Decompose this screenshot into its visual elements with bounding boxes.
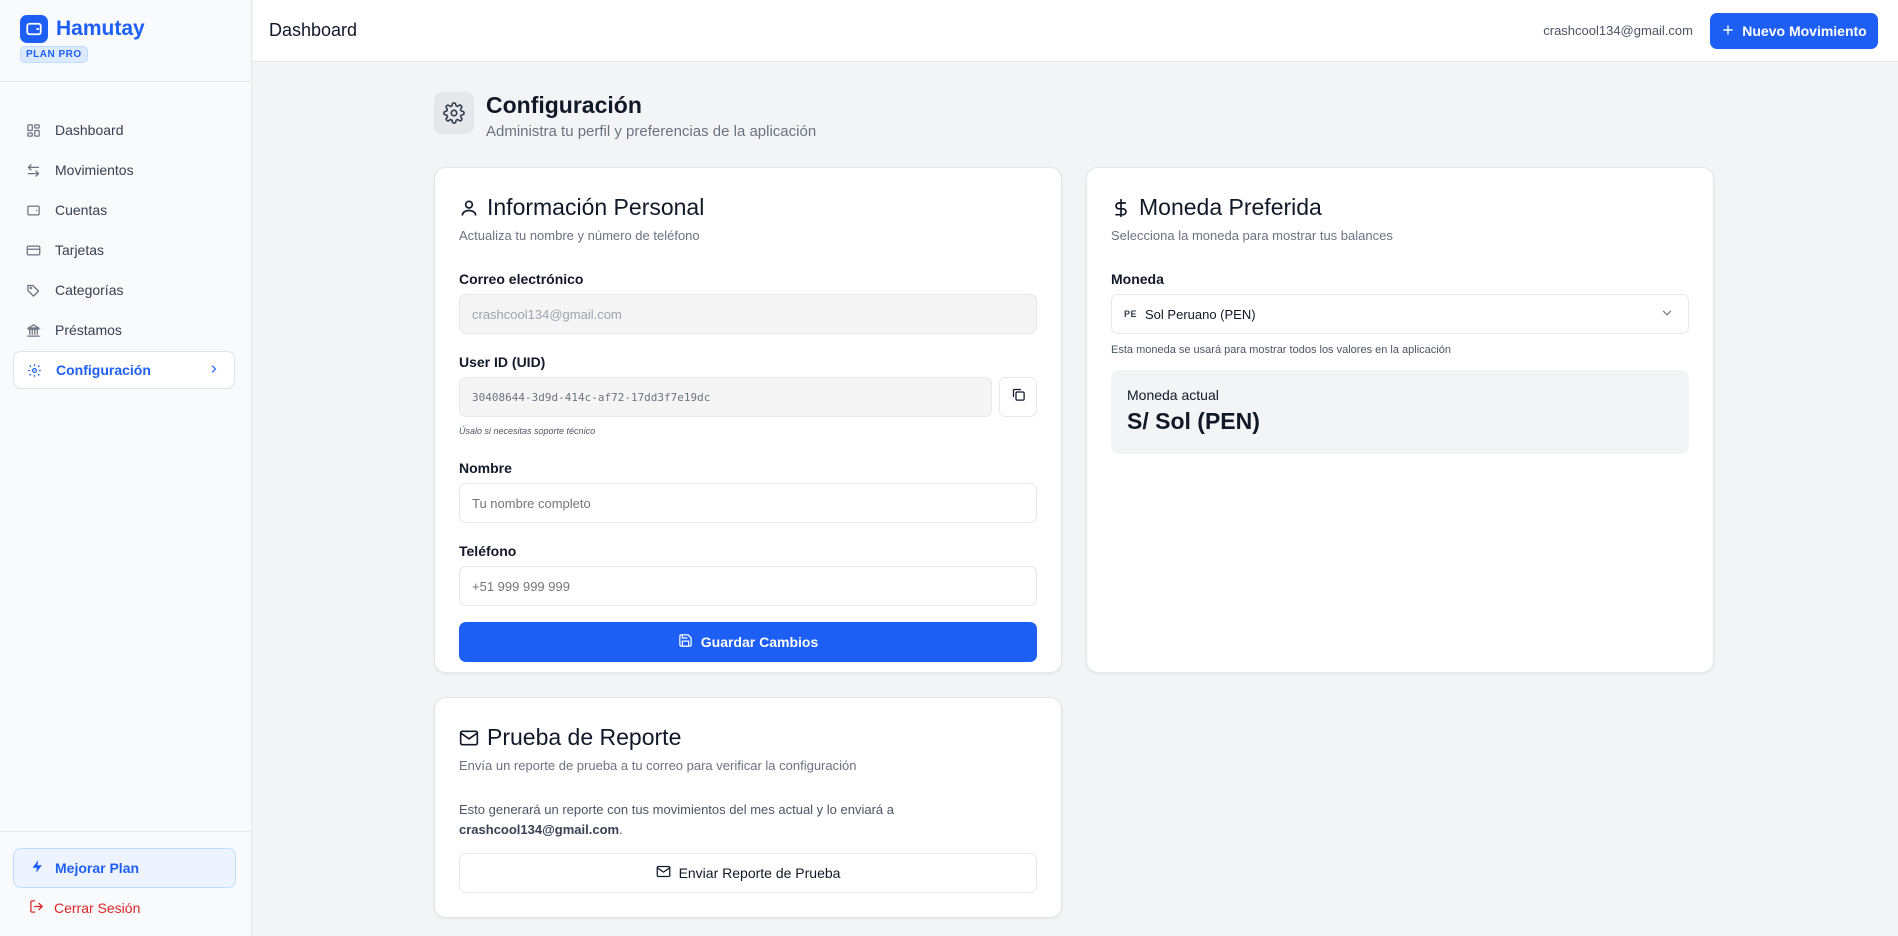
currency-label: Moneda	[1111, 271, 1164, 287]
card-title: Moneda Preferida	[1111, 194, 1689, 221]
arrows-left-right-icon	[25, 162, 41, 178]
save-icon	[678, 633, 693, 651]
currency-hint: Esta moneda se usará para mostrar todos …	[1111, 344, 1451, 356]
save-changes-label: Guardar Cambios	[700, 634, 819, 650]
layout-grid-icon	[25, 122, 41, 138]
sidebar-item-label: Préstamos	[55, 322, 122, 338]
send-test-report-button[interactable]: Enviar Reporte de Prueba	[459, 853, 1037, 893]
currency-description: Selecciona la moneda para mostrar tus ba…	[1111, 228, 1393, 243]
logout-label: Cerrar Sesión	[54, 900, 141, 916]
uid-label: User ID (UID)	[459, 354, 546, 370]
credit-card-icon	[25, 242, 41, 258]
name-label: Nombre	[459, 460, 512, 476]
sidebar-item-cuentas[interactable]: Cuentas	[13, 191, 235, 229]
currency-select[interactable]: PE Sol Peruano (PEN)	[1111, 294, 1689, 334]
dollar-icon	[1111, 198, 1131, 218]
save-changes-button[interactable]: Guardar Cambios	[459, 622, 1037, 662]
sidebar-item-tarjetas[interactable]: Tarjetas	[13, 231, 235, 269]
sidebar-footer: Mejorar Plan Cerrar Sesión	[0, 831, 252, 936]
report-email: crashcool134@gmail.com	[459, 822, 620, 837]
card-title: Información Personal	[459, 194, 1037, 221]
sidebar: Hamutay PLAN PRO Dashboard Movimientos C…	[0, 0, 252, 936]
personal-info-title: Información Personal	[487, 194, 705, 220]
header-title: Dashboard	[269, 20, 358, 40]
mail-icon	[656, 864, 671, 882]
brand: Hamutay PLAN PRO	[0, 0, 251, 82]
email-field[interactable]: crashcool134@gmail.com	[459, 294, 1037, 334]
sidebar-item-dashboard[interactable]: Dashboard	[13, 111, 235, 149]
current-currency-value: S/ Sol (PEN)	[1127, 408, 1260, 434]
currency-title: Moneda Preferida	[1139, 194, 1322, 220]
sidebar-item-label: Movimientos	[55, 162, 134, 178]
sidebar-item-configuracion[interactable]: Configuración	[13, 351, 235, 389]
report-body-text: Esto generará un reporte con tus movimie…	[459, 802, 895, 817]
send-test-report-label: Enviar Reporte de Prueba	[678, 865, 841, 881]
logout-button[interactable]: Cerrar Sesión	[13, 888, 236, 928]
sidebar-item-label: Configuración	[56, 362, 151, 378]
currency-selected-value: Sol Peruano (PEN)	[1145, 306, 1256, 322]
flag-pe-icon: PE	[1124, 309, 1138, 319]
copy-icon	[1011, 387, 1026, 407]
sidebar-item-movimientos[interactable]: Movimientos	[13, 151, 235, 189]
report-description: Envía un reporte de prueba a tu correo p…	[459, 758, 857, 773]
tag-icon	[25, 282, 41, 298]
email-label: Correo electrónico	[459, 271, 584, 287]
uid-field[interactable]: 30408644-3d9d-414c-af72-17dd3f7e19dc	[459, 377, 992, 417]
sidebar-item-label: Tarjetas	[55, 242, 105, 258]
report-body: Esto generará un reporte con tus movimie…	[459, 800, 1037, 840]
sidebar-item-prestamos[interactable]: Préstamos	[13, 311, 235, 349]
wallet-icon	[25, 202, 41, 218]
user-email: crashcool134@gmail.com	[1543, 23, 1693, 38]
sidebar-item-categorias[interactable]: Categorías	[13, 271, 235, 309]
phone-label: Teléfono	[459, 543, 517, 559]
plus-icon	[1721, 23, 1735, 40]
sidebar-item-label: Dashboard	[55, 122, 124, 138]
settings-gear-icon	[434, 92, 474, 134]
page-heading: Configuración Administra tu perfil y pre…	[434, 92, 816, 140]
sidebar-nav: Dashboard Movimientos Cuentas Tarjetas C…	[0, 82, 251, 389]
page-subtitle: Administra tu perfil y preferencias de l…	[486, 123, 817, 140]
new-movement-label: Nuevo Movimiento	[1742, 23, 1867, 39]
plan-badge: PLAN PRO	[20, 46, 88, 63]
logout-icon	[29, 899, 44, 917]
card-title: Prueba de Reporte	[459, 724, 1037, 751]
mail-icon	[459, 728, 479, 748]
new-movement-button[interactable]: Nuevo Movimiento	[1710, 13, 1878, 49]
uid-hint: Úsalo si necesitas soporte técnico	[459, 426, 596, 436]
name-input[interactable]	[459, 483, 1037, 523]
chevron-right-icon	[208, 362, 220, 378]
sidebar-item-label: Cuentas	[55, 202, 108, 218]
sidebar-item-label: Categorías	[55, 282, 124, 298]
currency-card: Moneda Preferida Selecciona la moneda pa…	[1086, 167, 1714, 673]
app-name[interactable]: Hamutay	[56, 17, 145, 41]
report-title: Prueba de Reporte	[487, 724, 682, 750]
upgrade-plan-label: Mejorar Plan	[55, 860, 140, 876]
wallet-logo-icon	[20, 15, 48, 43]
report-period: .	[619, 822, 623, 837]
gear-icon	[26, 362, 42, 378]
current-currency-label: Moneda actual	[1127, 387, 1219, 403]
top-header: Dashboard crashcool134@gmail.com Nuevo M…	[253, 0, 1898, 62]
current-currency-box: Moneda actual S/ Sol (PEN)	[1111, 370, 1689, 454]
personal-info-description: Actualiza tu nombre y número de teléfono	[459, 228, 700, 243]
phone-input[interactable]	[459, 566, 1037, 606]
page-title: Configuración	[486, 92, 642, 118]
personal-info-card: Información Personal Actualiza tu nombre…	[434, 167, 1062, 673]
chevron-down-icon	[1660, 306, 1674, 323]
lightning-icon	[30, 859, 45, 877]
bank-icon	[25, 322, 41, 338]
report-test-card: Prueba de Reporte Envía un reporte de pr…	[434, 697, 1062, 918]
copy-uid-button[interactable]	[999, 377, 1037, 417]
user-icon	[459, 198, 479, 218]
upgrade-plan-button[interactable]: Mejorar Plan	[13, 848, 236, 888]
